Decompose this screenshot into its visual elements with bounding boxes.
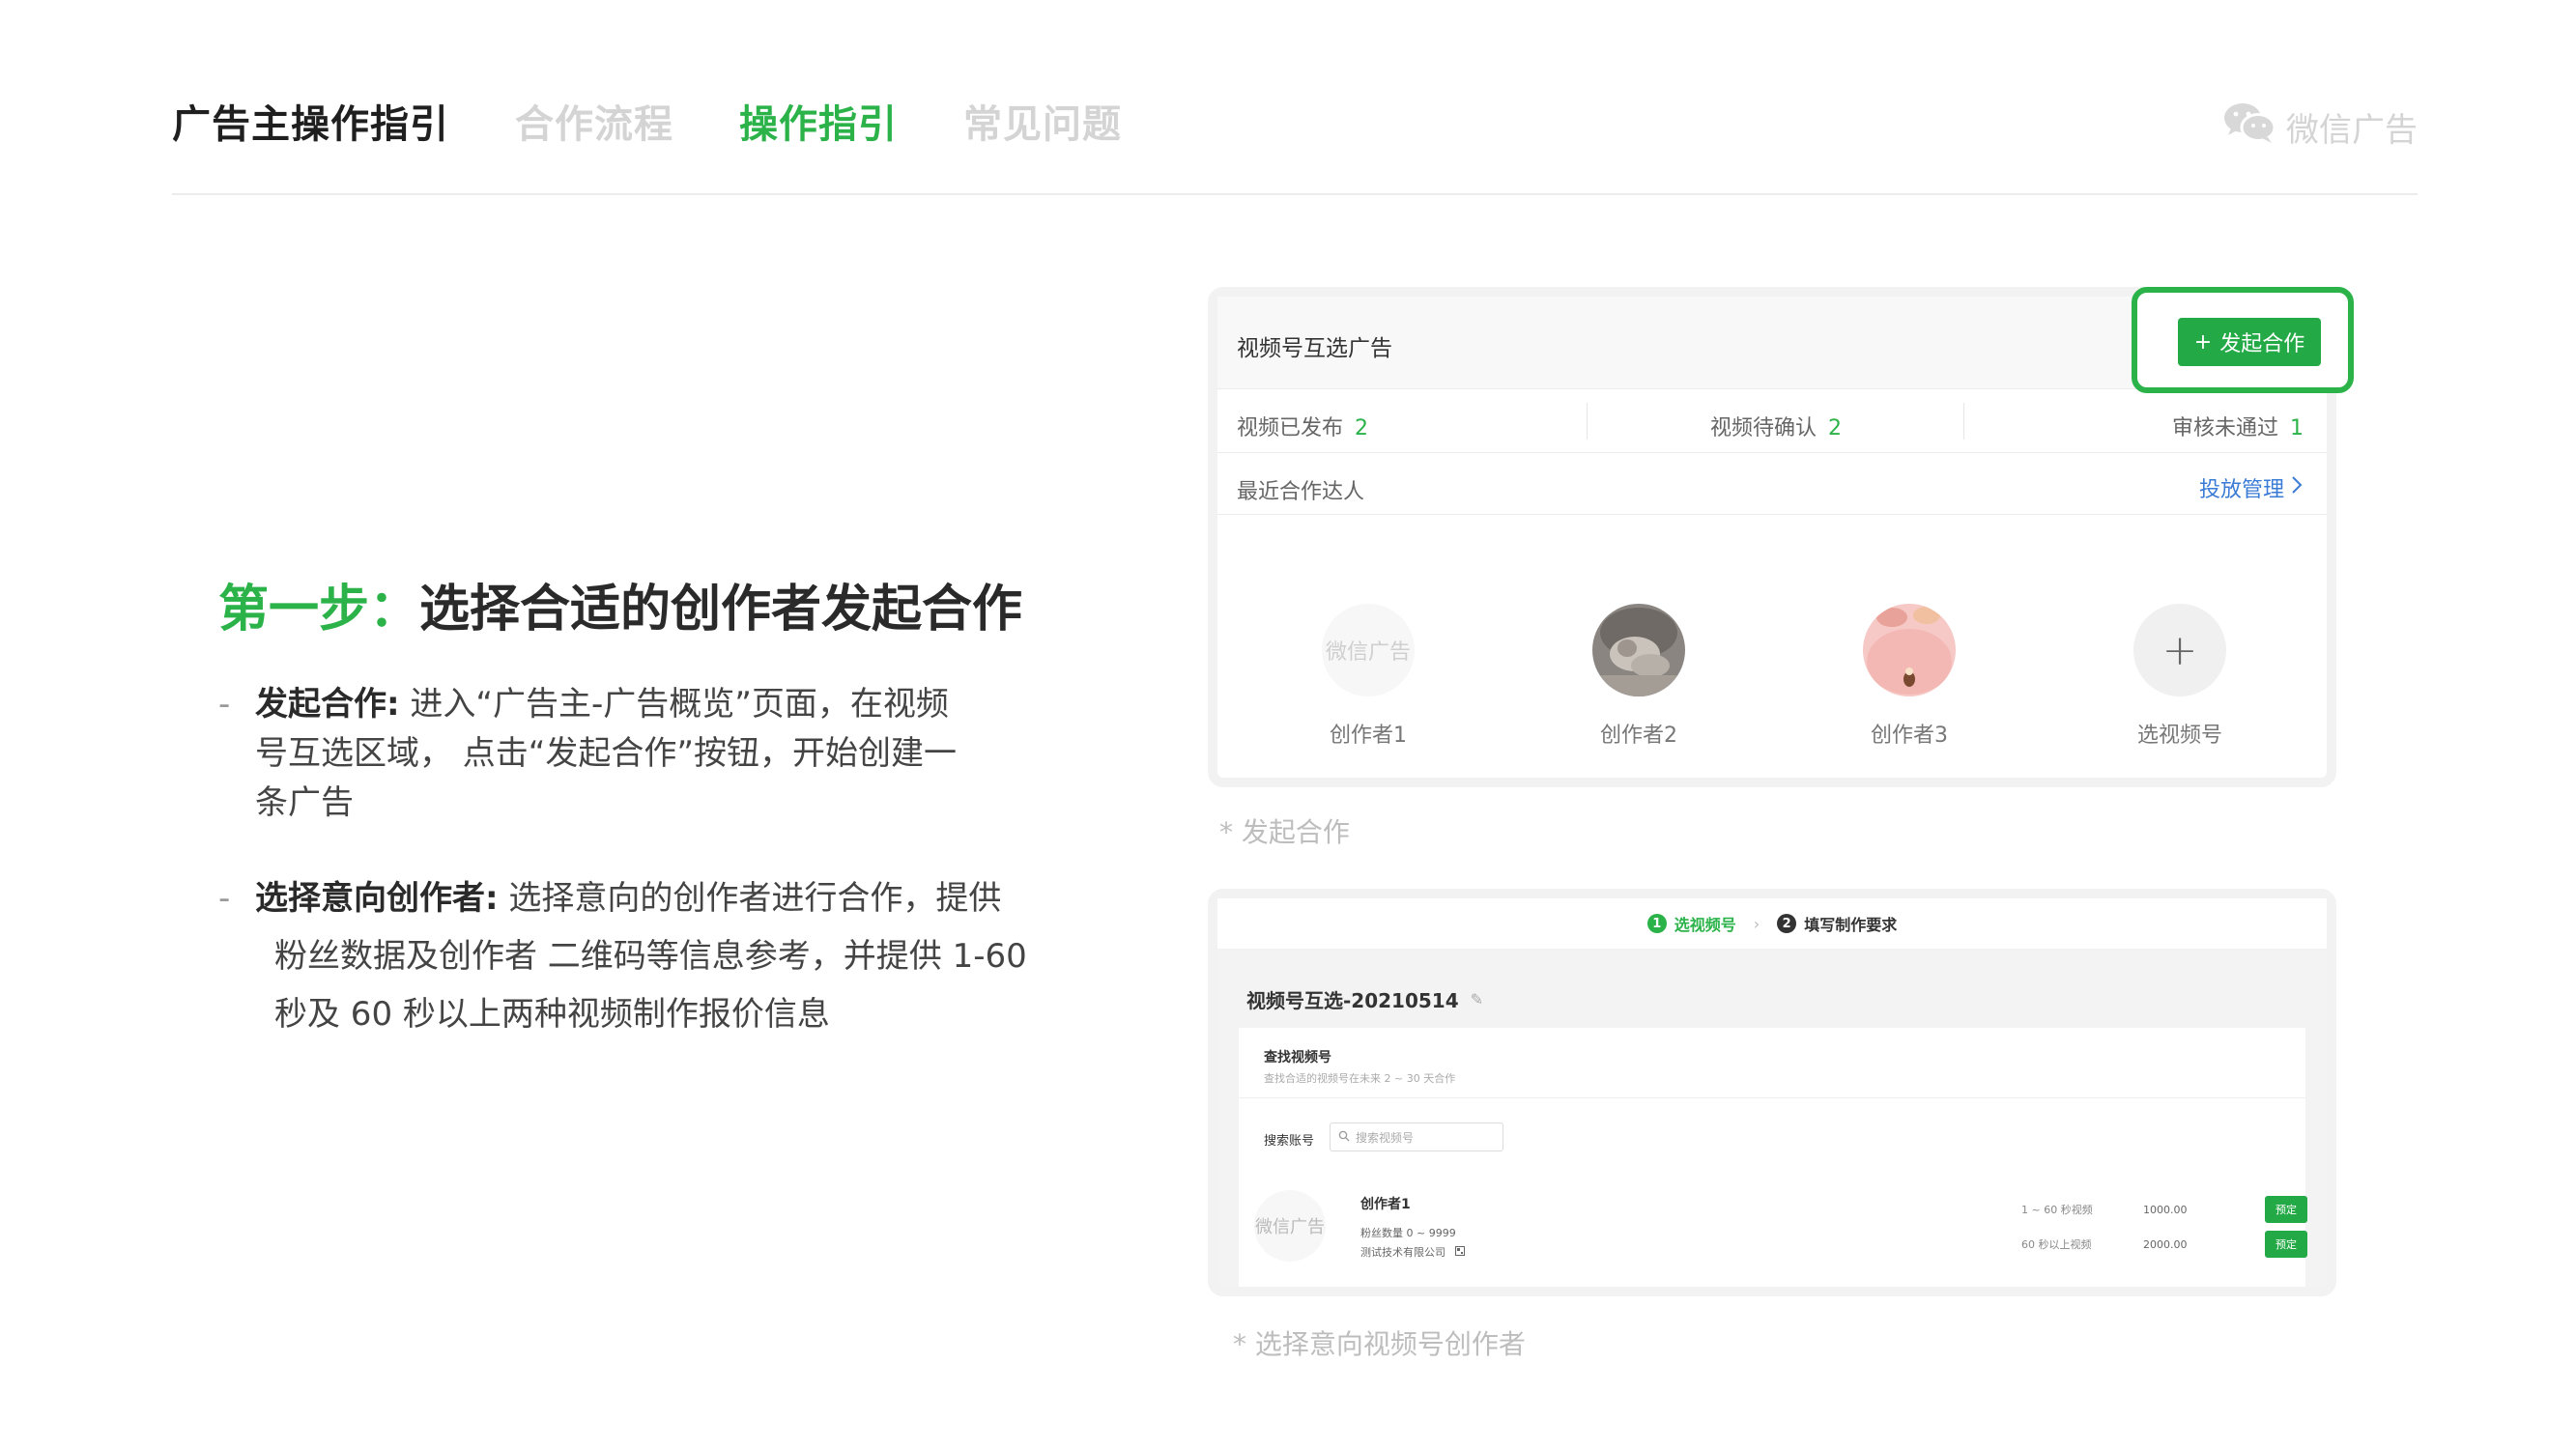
search-icon	[1338, 1130, 1350, 1145]
price-label: 60 秒以上视频	[2021, 1238, 2092, 1251]
tab-operation-guide[interactable]: 操作指引	[739, 93, 898, 149]
bullet-text: 选择意向的创作者进行合作，提供	[498, 879, 1002, 918]
creator-name: 创作者3	[1871, 724, 1948, 748]
edit-icon[interactable]: ✎	[1471, 990, 1483, 1009]
creator-card[interactable]: 创作者3	[1822, 604, 1996, 749]
find-title: 查找视频号	[1264, 1050, 1331, 1065]
select-channel-card[interactable]: + 选视频号	[2093, 604, 2267, 749]
creator-name: 创作者2	[1600, 724, 1677, 748]
stepper: 1 选视频号 › 2 填写制作要求	[1217, 898, 2327, 949]
price-row: 1 ~ 60 秒视频 1000.00 预定	[2021, 1196, 2307, 1223]
bullet-text: 粉丝数据及创作者 二维码等信息参考，并提供 1-60	[274, 937, 1027, 976]
launch-button-label: 发起合作	[2219, 332, 2305, 356]
manage-link-label: 投放管理	[2198, 478, 2284, 502]
stat-value: 2	[1355, 416, 1369, 440]
chevron-right-icon	[2290, 474, 2304, 501]
wechat-icon	[2222, 100, 2276, 154]
ad-overview-panel: 视频号互选广告 + 发起合作 视频已发布 2 视频待确认 2 审核未通过 1 最近合作…	[1208, 287, 2354, 787]
search-placeholder: 搜索视频号	[1356, 1130, 1415, 1145]
price-label: 1 ~ 60 秒视频	[2021, 1204, 2093, 1216]
step-title: 选择合适的创作者发起合作	[419, 581, 1023, 639]
creator-card[interactable]: 创作者2	[1552, 604, 1726, 749]
creator-name: 选视频号	[2136, 724, 2222, 748]
campaign-name: 视频号互选-20210514 ✎	[1246, 985, 1483, 1013]
stat-value: 2	[1828, 416, 1843, 440]
bullet-dash: -	[218, 879, 231, 918]
bullet-text: 进入“广告主-广告概览”页面，在视频	[399, 685, 949, 724]
stat-label: 视频已发布	[1237, 416, 1344, 440]
stat-value: 1	[2290, 416, 2304, 440]
price-amount: 2000.00	[2143, 1237, 2188, 1251]
bullet-text: 秒及 60 秒以上两种视频制作报价信息	[274, 995, 830, 1034]
avatar: 微信广告	[1322, 604, 1415, 696]
bullet-text: 号互选区域， 点击“发起合作”按钮，开始创建一	[255, 734, 958, 773]
creator-name: 创作者1	[1330, 724, 1407, 748]
stats-row: 视频已发布 2 视频待确认 2 审核未通过 1	[1217, 389, 2327, 453]
top-nav: 广告主操作指引 合作流程 操作指引 常见问题	[172, 93, 1122, 149]
stat-label: 视频待确认	[1710, 416, 1818, 440]
stat-published[interactable]: 视频已发布 2	[1237, 411, 1368, 441]
recent-creators-row: 最近合作达人 投放管理	[1217, 453, 2327, 515]
header-divider	[172, 193, 2418, 195]
caption-select-creator: * 选择意向视频号创作者	[1233, 1328, 1526, 1360]
creator-card[interactable]: 微信广告 创作者1	[1281, 604, 1455, 749]
search-label: 搜索账号	[1264, 1134, 1315, 1149]
stat-divider	[1587, 403, 1588, 440]
stat-pending[interactable]: 视频待确认 2	[1710, 411, 1842, 441]
bullet-text: 条广告	[255, 783, 354, 822]
search-input[interactable]: 搜索视频号	[1330, 1122, 1503, 1151]
panel-title: 视频号互选广告	[1237, 336, 1392, 361]
plus-icon: +	[2193, 329, 2213, 355]
step-heading: 第一步：选择合适的创作者发起合作	[218, 568, 1022, 640]
find-channel-card: 查找视频号 查找合适的视频号在未来 2 ~ 30 天合作 搜索账号 搜索视频号 …	[1239, 1028, 2307, 1287]
find-subtitle: 查找合适的视频号在未来 2 ~ 30 天合作	[1264, 1072, 1456, 1085]
price-amount: 1000.00	[2143, 1203, 2188, 1216]
plus-icon: +	[2133, 604, 2226, 696]
stat-label: 审核未通过	[2171, 416, 2278, 440]
launch-cooperation-button[interactable]: + 发起合作	[2178, 318, 2321, 366]
bullet-launch: - 发起合作: 进入“广告主-广告概览”页面，在视频 号互选区域， 点击“发起合…	[218, 680, 1030, 828]
manage-link[interactable]: 投放管理	[2199, 472, 2304, 503]
recent-label: 最近合作达人	[1237, 480, 1365, 504]
step-prefix: 第一步：	[218, 581, 420, 639]
bullet-dash: -	[218, 685, 231, 724]
stat-rejected[interactable]: 审核未通过 1	[2172, 411, 2304, 441]
price-row: 60 秒以上视频 2000.00 预定	[2021, 1231, 2307, 1258]
step-1: 1 选视频号	[1646, 912, 1736, 935]
avatar	[1863, 604, 1956, 696]
step-label: 填写制作要求	[1804, 916, 1898, 934]
tab-faq[interactable]: 常见问题	[963, 93, 1122, 149]
creator-name[interactable]: 创作者1	[1360, 1194, 1411, 1213]
chevron-right-icon: ›	[1753, 914, 1760, 933]
stat-divider	[1963, 403, 1964, 440]
step-number: 1	[1646, 914, 1667, 933]
avatar	[1592, 604, 1685, 696]
brand-logo: 微信广告	[2222, 100, 2418, 154]
select-channel-panel: 1 选视频号 › 2 填写制作要求 视频号互选-20210514 ✎ 查找视频号…	[1208, 889, 2336, 1296]
bullet-bold: 选择意向创作者:	[255, 879, 499, 918]
tab-cooperation-process[interactable]: 合作流程	[515, 93, 673, 149]
company-name: 测试技术有限公司	[1360, 1244, 1465, 1260]
campaign-name-text: 视频号互选-20210514	[1246, 989, 1459, 1012]
qrcode-icon[interactable]	[1454, 1246, 1465, 1259]
page-title: 广告主操作指引	[172, 102, 449, 147]
step-label: 选视频号	[1674, 916, 1736, 934]
bullet-select-creator: - 选择意向创作者: 选择意向的创作者进行合作，提供 粉丝数据及创作者 二维码等…	[218, 869, 1030, 1043]
fans-count: 粉丝数量 0 ~ 9999	[1360, 1227, 1456, 1239]
book-button[interactable]: 预定	[2265, 1231, 2307, 1258]
caption-launch: * 发起合作	[1219, 816, 1350, 848]
book-button[interactable]: 预定	[2265, 1196, 2307, 1223]
bullet-bold: 发起合作:	[255, 685, 400, 724]
step-2: 2 填写制作要求	[1777, 912, 1897, 935]
avatar: 微信广告	[1254, 1190, 1326, 1262]
step-number: 2	[1777, 914, 1797, 933]
brand-name: 微信广告	[2286, 111, 2418, 150]
launch-button-highlight: + 发起合作	[2132, 287, 2354, 393]
divider	[1239, 1097, 2305, 1098]
